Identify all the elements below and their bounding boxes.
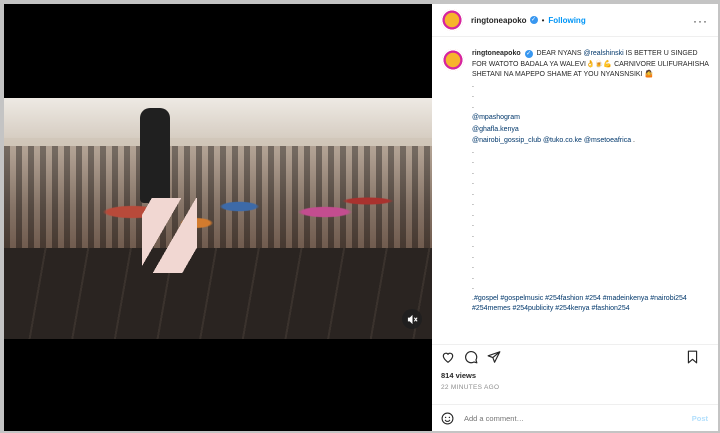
- video-player[interactable]: [4, 98, 432, 339]
- comment-input[interactable]: [464, 413, 664, 423]
- media-panel: [4, 4, 432, 431]
- verified-badge-icon: ✓: [524, 50, 533, 58]
- caption-hashtags[interactable]: .#gospel #gospelmusic #254fashion #254 #…: [472, 294, 710, 314]
- caption-dot: .: [472, 252, 474, 260]
- heart-icon[interactable]: [441, 350, 455, 364]
- caption-dot: .: [472, 179, 474, 186]
- post-modal: ringtoneapoko ✓ • Following ··· ringtone…: [0, 0, 720, 433]
- emoji-icon[interactable]: [441, 412, 454, 425]
- caption-dot: .: [472, 221, 474, 228]
- dancer-body: [140, 108, 170, 203]
- view-count[interactable]: 814 views: [441, 371, 476, 380]
- caption-header: ringtoneapoko ✓ DEAR NYANS @realshinski …: [442, 49, 710, 81]
- post-header: ringtoneapoko ✓ • Following ···: [432, 4, 718, 37]
- caption-dots-top: . . .: [472, 81, 710, 113]
- caption-dot: .: [472, 210, 474, 218]
- mention-link[interactable]: @msetoeafrica: [584, 137, 631, 144]
- caption-dot: .: [472, 284, 474, 291]
- share-icon[interactable]: [487, 350, 501, 364]
- separator-dot: •: [541, 15, 545, 25]
- video-scene-stage: [4, 248, 432, 339]
- caption-area: ringtoneapoko ✓ DEAR NYANS @realshinski …: [432, 49, 718, 342]
- following-button[interactable]: Following: [548, 16, 585, 25]
- caption-dot: .: [472, 273, 474, 281]
- post-timestamp: 22 MINUTES AGO: [441, 384, 500, 391]
- caption-dots-bottom: . . . . . . . . . . . . . .: [472, 147, 710, 294]
- mention-line-end: .: [631, 137, 635, 144]
- caption-avatar[interactable]: [442, 49, 464, 71]
- caption-dot: .: [472, 242, 474, 249]
- caption-text: ringtoneapoko ✓ DEAR NYANS @realshinski …: [472, 49, 710, 81]
- mention-link[interactable]: @tuko.co.ke: [543, 137, 582, 144]
- caption-dot: .: [472, 263, 474, 270]
- avatar[interactable]: [441, 9, 463, 31]
- mention-link[interactable]: @mpashogram: [472, 112, 710, 124]
- caption-username[interactable]: ringtoneapoko: [472, 50, 521, 57]
- dancer-legs: [142, 198, 197, 273]
- caption-mention[interactable]: @realshinski: [583, 50, 623, 57]
- caption-dot: .: [472, 231, 474, 239]
- post-username[interactable]: ringtoneapoko: [471, 16, 527, 25]
- caption-mentions: @mpashogram @ghafla.kenya @nairobi_gossi…: [472, 112, 710, 147]
- post-comment-button[interactable]: Post: [692, 414, 708, 423]
- mention-link[interactable]: @ghafla.kenya: [472, 124, 710, 136]
- caption-dot: .: [472, 189, 474, 197]
- caption-dot: .: [472, 200, 474, 207]
- video-scene-crowd: [4, 146, 432, 256]
- muted-speaker-icon[interactable]: [402, 309, 422, 329]
- more-options-icon[interactable]: ···: [693, 14, 708, 28]
- verified-badge-icon: ✓: [529, 16, 538, 24]
- comment-icon[interactable]: [464, 350, 478, 364]
- caption-dot: .: [472, 81, 474, 89]
- caption-dot: .: [472, 168, 474, 176]
- mention-link[interactable]: @nairobi_gossip_club: [472, 137, 541, 144]
- video-scene-roof: [4, 98, 432, 138]
- post-sidebar: ringtoneapoko ✓ • Following ··· ringtone…: [432, 4, 718, 431]
- caption-dot: .: [472, 147, 474, 155]
- video-scene-dancer: [132, 98, 197, 278]
- bookmark-icon[interactable]: [685, 350, 699, 364]
- mention-line: @nairobi_gossip_club @tuko.co.ke @msetoe…: [472, 135, 710, 147]
- caption-dot: .: [472, 102, 474, 110]
- caption-dot: .: [472, 92, 474, 99]
- caption-dot: .: [472, 158, 474, 165]
- comment-bar: Post: [432, 404, 718, 431]
- action-bar: [432, 344, 718, 368]
- caption-text-before: DEAR NYANS: [536, 50, 584, 57]
